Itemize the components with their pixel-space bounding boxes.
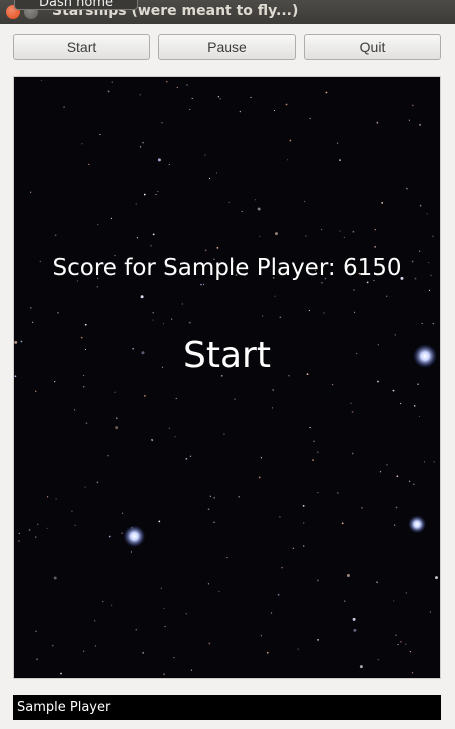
dash-home-tooltip: Dash home xyxy=(14,0,138,10)
game-canvas[interactable]: Score for Sample Player: 6150 Start xyxy=(13,76,441,679)
bright-star xyxy=(408,515,427,534)
starfield-background xyxy=(14,79,439,675)
window-titlebar: Starships (were meant to fly...) Dash ho… xyxy=(0,0,455,24)
toolbar: Start Pause Quit xyxy=(0,24,455,74)
start-prompt[interactable]: Start xyxy=(14,335,440,376)
quit-button[interactable]: Quit xyxy=(304,34,441,60)
start-button[interactable]: Start xyxy=(13,34,150,60)
bright-star xyxy=(123,525,146,548)
player-name-field[interactable]: Sample Player xyxy=(13,695,441,720)
score-text: Score for Sample Player: 6150 xyxy=(52,255,402,281)
pause-button[interactable]: Pause xyxy=(158,34,296,60)
